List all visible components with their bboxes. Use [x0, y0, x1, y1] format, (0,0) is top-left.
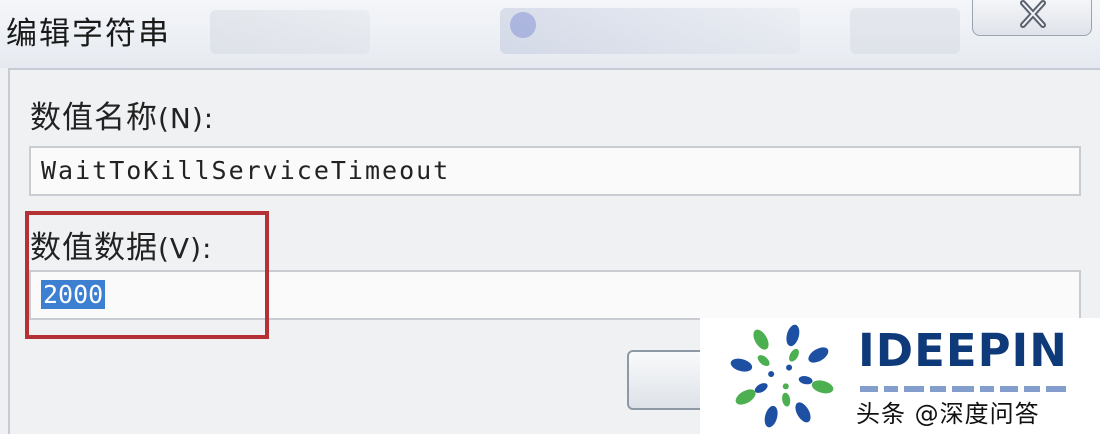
watermark: IDEEPIN 头条 @深度问答: [700, 318, 1100, 434]
background-blur: [210, 10, 370, 54]
value-name-label: 数值名称(N):: [30, 92, 214, 137]
background-blur: [510, 12, 536, 38]
watermark-brand: IDEEPIN: [858, 324, 1068, 377]
highlight-box: [25, 211, 269, 339]
background-blur: [850, 8, 960, 54]
watermark-credit: 头条 @深度问答: [856, 400, 1040, 428]
close-button[interactable]: [972, 0, 1092, 36]
ideepin-logo-icon: [730, 324, 834, 428]
dialog-title: 编辑字符串: [6, 16, 171, 52]
title-bar: 编辑字符串: [0, 0, 1100, 68]
value-name-label-text: 数值名称: [30, 100, 158, 136]
close-icon: [1020, 0, 1046, 28]
watermark-tagline-graphic: [860, 378, 1088, 392]
value-name-field[interactable]: WaitToKillServiceTimeout: [29, 146, 1081, 196]
value-name-mnemonic: (N):: [158, 102, 215, 135]
edit-string-dialog: 编辑字符串 数值名称(N): WaitToKillServiceTimeout …: [0, 0, 1100, 434]
value-name-text: WaitToKillServiceTimeout: [41, 156, 451, 185]
background-blur: [500, 8, 800, 54]
